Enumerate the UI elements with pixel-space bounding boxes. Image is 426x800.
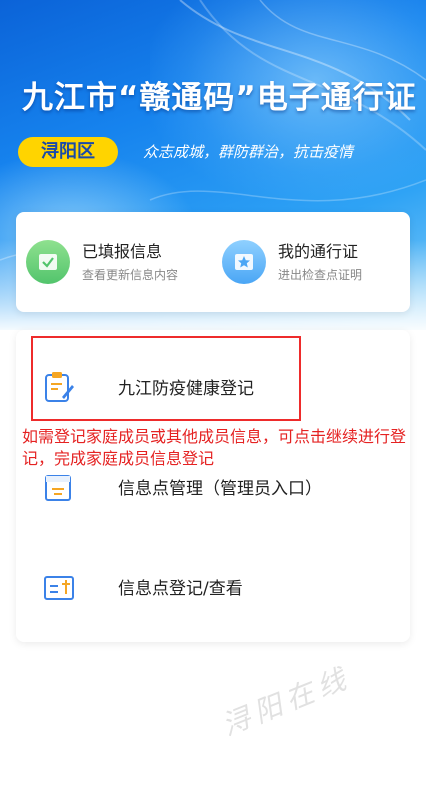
menu-item-info-point-register[interactable]: 信息点登记/查看 <box>16 556 410 616</box>
entry-subtitle: 进出检查点证明 <box>278 268 363 282</box>
page-title: 九江市“赣通码”电子通行证 <box>22 80 417 116</box>
form-check-icon <box>26 240 70 284</box>
card-register-icon <box>44 576 74 600</box>
annotation-highlight-box <box>31 336 301 421</box>
filled-info-entry[interactable]: 已填报信息 查看更新信息内容 <box>26 232 216 292</box>
pass-star-icon <box>222 240 266 284</box>
entry-title: 已填报信息 <box>82 242 163 261</box>
watermark: 浔阳在线 <box>217 660 356 743</box>
district-badge: 浔阳区 <box>18 137 118 167</box>
my-pass-entry[interactable]: 我的通行证 进出检查点证明 <box>222 232 412 292</box>
entry-title: 我的通行证 <box>278 242 359 261</box>
entry-subtitle: 查看更新信息内容 <box>82 268 179 282</box>
menu-item-label: 信息点登记/查看 <box>118 579 243 599</box>
slogan-text: 众志成城，群防群治，抗击疫情 <box>143 143 354 161</box>
annotation-note: 如需登记家庭成员或其他成员信息，可点击继续进行登记，完成家庭成员信息登记 <box>22 427 407 468</box>
document-manage-icon <box>45 475 71 501</box>
menu-item-label: 信息点管理（管理员入口） <box>118 479 322 499</box>
quick-entry-card: 已填报信息 查看更新信息内容 我的通行证 进出检查点证明 <box>16 212 410 312</box>
